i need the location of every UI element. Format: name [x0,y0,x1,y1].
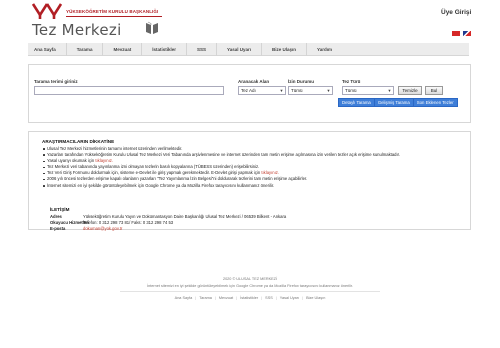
search-mode-tabs: Detaylı Tarama Gelişmiş Tarama Son Eklen… [338,98,458,107]
notice-title: ARAŞTIRMACILARIN DİKKATİNE [42,139,115,144]
chevron-down-icon: ▼ [326,88,331,93]
footer-link-faq[interactable]: SSS [265,296,273,300]
book-icon [146,21,158,34]
field-label: Aranacak Alan [238,79,270,84]
nav-search[interactable]: Tarama [77,43,93,55]
clear-button[interactable]: Temizle [398,86,422,95]
footer-link-legislation[interactable]: Mevzuat [219,296,233,300]
search-term-input[interactable] [34,86,224,95]
permission-select-value: Tümü [291,88,303,93]
tab-detailed-search[interactable]: Detaylı Tarama [339,99,375,106]
footer-copyright: 2020 © ULUSAL TEZ MERKEZİ [222,277,278,281]
search-term-label: Tarama terimi giriniz [34,79,78,84]
org-name: YÜKSEKÖĞRETİM KURULU BAŞKANLIĞI [66,9,159,14]
main-nav: Ana Sayfa Tarama Mevzuat İstatistikler S… [28,43,469,56]
logo-divider [66,16,162,17]
footer-link-home[interactable]: Ana Sayfa [175,296,193,300]
contact-title: İLETİŞİM [50,207,70,212]
nav-home[interactable]: Ana Sayfa [34,43,56,55]
search-panel: Tarama terimi giriniz Aranacak Alan Tez … [28,64,471,123]
nav-statistics[interactable]: İstatistikler [152,43,176,55]
tab-advanced-search[interactable]: Gelişmiş Tarama [374,99,414,106]
yok-logo-icon[interactable] [32,3,62,20]
footer-nav: Ana Sayfa | Tarama | Mevzuat | İstatistikle… [174,296,326,300]
chevron-down-icon: ▼ [387,88,392,93]
permission-select[interactable]: Tümü ▼ [288,86,333,95]
site-header: YÜKSEKÖĞRETİM KURULU BAŞKANLIĞI Tez Merk… [0,0,500,42]
contact-info: Adres Yükseköğretim Kurulu Yayın ve Dokü… [50,214,350,232]
footer-link-legal-notice[interactable]: Yasal Uyarı [280,296,299,300]
chevron-down-icon: ▼ [279,88,284,93]
find-button[interactable]: Bul [425,86,443,95]
footer-browser-note: İnternet sitemizi en iyi şekilde görüntü… [147,284,353,288]
footer-link-search[interactable]: Tarama [199,296,212,300]
footer-link-contact[interactable]: Bize Ulaşın [306,296,325,300]
contact-key: E-posta [50,226,66,231]
thesis-type-label: Tez Türü [342,79,361,84]
field-select[interactable]: Tez Adı ▼ [238,86,286,95]
permission-label: İzin Durumu [288,79,314,84]
site-title[interactable]: Tez Merkezi [32,21,122,39]
login-link[interactable]: Üye Girişi [441,9,471,16]
footer-divider [120,291,380,292]
notice-list: Ulusal Tez Merkezi hizmetlerinin tamamı … [42,146,462,189]
thesis-type-select[interactable]: Tümü ▼ [342,86,394,95]
field-select-value: Tez Adı [241,88,256,93]
tab-recent-theses[interactable]: Son Eklenen Tezler [413,99,457,106]
english-flag-icon[interactable] [463,31,471,36]
nav-faq[interactable]: SSS [197,43,206,55]
email-link[interactable]: dokuman@yok.gov.tr [83,226,122,232]
turkish-flag-icon[interactable] [452,31,460,36]
nav-contact[interactable]: Bize Ulaşın [272,43,296,55]
edevlet-login-link[interactable]: tıklayınız. [261,170,279,175]
nav-legal-notice[interactable]: Yasal Uyarı [227,43,251,55]
contact-row: E-posta dokuman@yok.gov.tr [50,226,350,232]
notice-box: ARAŞTIRMACILARIN DİKKATİNE Ulusal Tez Me… [28,131,471,232]
nav-legislation[interactable]: Mevzuat [113,43,131,55]
list-item: İnternet sitemizi en iyi şekilde görüntü… [42,183,462,189]
nav-help[interactable]: Yardım [317,43,332,55]
legal-notice-link[interactable]: tıklayınız. [95,158,113,163]
footer-link-statistics[interactable]: İstatistikler [240,296,258,300]
thesis-type-select-value: Tümü [345,88,357,93]
